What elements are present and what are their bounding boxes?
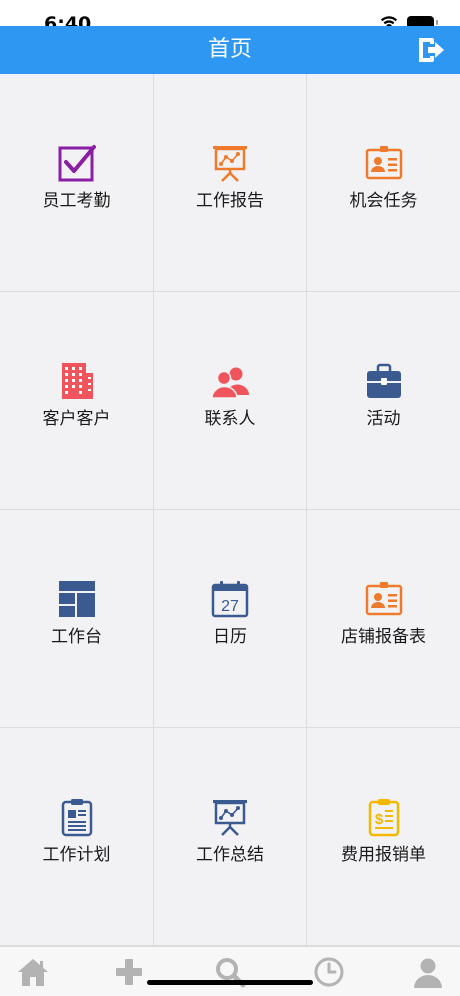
grid-item-label: 活动 [366,409,401,429]
grid-item-expense-report[interactable]: $ 费用报销单 [307,728,460,946]
briefcase-icon [364,361,404,401]
grid-item-label: 工作报告 [196,191,264,211]
id-badge-icon [364,143,404,183]
grid-item-workbench[interactable]: 工作台 [0,510,154,728]
clock-icon [314,957,344,987]
grid-item-label: 工作总结 [196,845,264,865]
logout-button[interactable] [414,34,446,66]
id-badge-icon [364,579,404,619]
nav-bar: 首页 [0,26,460,74]
plus-icon [116,959,142,985]
grid-item-label: 工作台 [51,627,102,647]
grid-item-opportunity-tasks[interactable]: 机会任务 [307,74,460,292]
grid-item-label: 机会任务 [349,191,418,211]
page-title: 首页 [207,37,252,62]
tab-history[interactable] [312,955,346,989]
user-icon [414,958,442,988]
grid-item-label: 日历 [213,627,247,647]
calendar-day: 27 [221,598,239,615]
clipboard-list-icon [57,797,97,837]
tab-bar [0,946,460,996]
presentation-board-icon [210,143,250,183]
grid-item-label: 联系人 [204,409,256,429]
grid-item-work-plan[interactable]: 工作计划 [0,728,154,946]
logout-icon [419,38,444,62]
grid-item-attendance[interactable]: 员工考勤 [0,74,154,292]
tab-home[interactable] [16,955,50,989]
grid-item-activities[interactable]: 活动 [307,292,460,510]
dashboard-layout-icon [57,579,97,619]
grid-item-label: 费用报销单 [341,845,426,865]
grid-item-label: 工作计划 [42,845,111,865]
tab-profile[interactable] [411,955,445,989]
home-indicator [147,980,313,985]
grid-item-customers[interactable]: 客户客户 [0,292,154,510]
grid-item-label: 店铺报备表 [341,627,426,647]
grid-item-work-summary[interactable]: 工作总结 [154,728,307,946]
svg-text:$: $ [374,811,383,828]
tab-add[interactable] [112,955,146,989]
home-icon [18,959,48,986]
grid-item-label: 员工考勤 [42,191,111,211]
dollar-clipboard-icon: $ [364,797,404,837]
status-bar: 6:40 [0,0,460,34]
check-square-icon [57,143,97,183]
presentation-board-icon [210,797,250,837]
grid-item-store-report[interactable]: 店铺报备表 [307,510,460,728]
function-grid: 员工考勤 工作报告 机会任务 客户客户 联系人 活动 工作台 27 日历 店铺报… [0,74,460,946]
calendar-icon: 27 [210,579,250,619]
building-icon [57,361,97,401]
people-icon [210,361,250,401]
grid-item-contacts[interactable]: 联系人 [154,292,307,510]
grid-item-label: 客户客户 [42,409,111,429]
grid-item-calendar[interactable]: 27 日历 [154,510,307,728]
grid-item-work-report[interactable]: 工作报告 [154,74,307,292]
